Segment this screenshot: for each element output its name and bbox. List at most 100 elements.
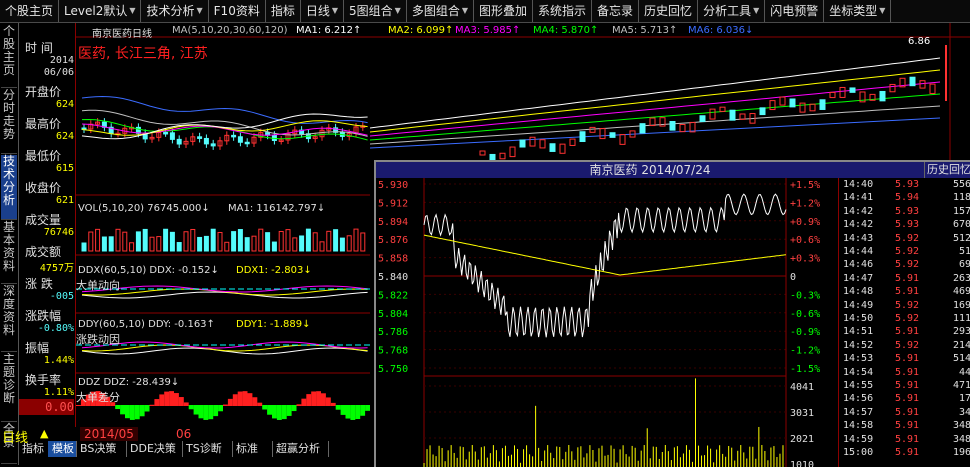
side-tab-1[interactable]: 分时走势 <box>1 89 17 154</box>
menu-item-7[interactable]: 多图组合 ▼ <box>407 0 474 22</box>
candle-ext <box>839 86 846 98</box>
price-axis-label: 5.912 <box>378 198 408 209</box>
side-tab-3[interactable]: 基本资料 <box>1 221 17 284</box>
menu-item-0[interactable]: 个股主页 <box>0 0 60 22</box>
candle-ext <box>889 83 896 93</box>
menu-item-8[interactable]: 图形叠加 <box>474 0 534 22</box>
ddz-bar <box>218 405 223 412</box>
menu-item-13[interactable]: 闪电预警 <box>765 0 825 22</box>
ddz-bar <box>115 405 121 410</box>
volume-bar <box>285 229 291 252</box>
bottom-tab-2[interactable]: BS决策 <box>76 441 127 457</box>
candle-ext <box>849 87 856 93</box>
ddz-bar <box>365 405 370 411</box>
bottom-tab-3[interactable]: DDE决策 <box>126 441 183 457</box>
chevron-down-icon: ▼ <box>129 6 136 15</box>
menu-item-9[interactable]: 系统指示 <box>533 0 593 22</box>
menu-label: 指标 <box>270 4 295 18</box>
tick-row: 14:53 5.91 514 <box>839 353 970 366</box>
candle-ext <box>509 146 516 158</box>
menu-label: 技术分析 <box>146 4 195 18</box>
volume-axis-label: 4041 <box>790 382 814 393</box>
menu-item-1[interactable]: Level2默认 ▼ <box>59 0 142 22</box>
volume-bar <box>169 231 175 252</box>
tick-row: 14:47 5.91 263 <box>839 273 970 286</box>
period-arrow-icon[interactable]: ▲ <box>40 427 48 440</box>
volume-bar <box>101 236 107 252</box>
menu-item-14[interactable]: 坐标类型 ▼ <box>824 0 892 22</box>
menu-item-5[interactable]: 日线 ▼ <box>301 0 345 22</box>
candle-ext <box>709 108 716 120</box>
menu-label: 备忘录 <box>597 4 634 18</box>
tick-volume: 214 <box>952 339 970 351</box>
tick-price: 5.91 <box>895 353 920 365</box>
ddz-bar <box>193 405 199 415</box>
menu-item-6[interactable]: 5图组合 ▼ <box>344 0 407 22</box>
ddz-bar <box>232 394 238 406</box>
menu-item-4[interactable]: 指标 <box>266 0 301 22</box>
volume-bar <box>176 242 182 252</box>
amplitude-value: 1.44% <box>43 355 74 366</box>
bottom-tab-0[interactable]: 指标 <box>18 441 49 457</box>
ddz-bar <box>345 405 351 419</box>
volume-bar <box>360 232 366 252</box>
tick-time: 14:52 <box>843 339 874 351</box>
candle-ext <box>529 136 536 147</box>
side-tab-2[interactable]: 技术分析 <box>1 155 17 220</box>
tick-price: 5.93 <box>895 205 920 217</box>
tick-price: 5.91 <box>895 326 920 338</box>
history-recall-label[interactable]: 历史回忆 <box>924 162 970 178</box>
volume-bar <box>258 228 264 252</box>
side-tab-0[interactable]: 个股主页 <box>1 25 17 88</box>
menu-item-10[interactable]: 备忘录 <box>592 0 640 22</box>
kline-right-svg <box>370 23 970 160</box>
volume-bar <box>339 237 345 252</box>
kline-chart-area[interactable]: 南京医药日线 MA(5,10,20,30,60,120) MA1: 6.212↑… <box>76 23 370 427</box>
volume-bar <box>319 241 325 252</box>
side-tab-5[interactable]: 主题诊断 <box>1 353 17 422</box>
ddz-bar <box>252 397 258 406</box>
tick-time: 14:47 <box>843 272 874 284</box>
candle-ext <box>679 123 686 133</box>
candle-ext <box>649 117 656 127</box>
bottom-tab-5[interactable]: 标准 <box>232 441 273 457</box>
high-label: 最高价 <box>25 117 62 131</box>
menu-item-3[interactable]: F10资料 <box>209 0 266 22</box>
chevron-down-icon: ▼ <box>394 6 401 15</box>
candle-ext <box>879 90 886 102</box>
ddz-bar <box>296 404 302 406</box>
side-tab-4[interactable]: 深度资料 <box>1 285 17 352</box>
tick-price: 5.93 <box>895 219 920 231</box>
ddz-bar <box>360 405 366 416</box>
menu-item-12[interactable]: 分析工具 ▼ <box>698 0 766 22</box>
ddz-bar <box>355 405 361 420</box>
kline-svg <box>76 36 370 420</box>
change-value: -005 <box>49 291 74 302</box>
menu-label: 日线 <box>305 4 330 18</box>
history-intraday-popup[interactable]: 南京医药 2014/07/24 历史回忆 5.930 +1.5% 5.912 +1.2… <box>374 160 970 467</box>
volume-bar <box>88 231 94 252</box>
volume-bar <box>163 228 169 252</box>
ddz-bar <box>316 391 321 406</box>
volume-bar <box>353 228 359 252</box>
menu-item-2[interactable]: 技术分析 ▼ <box>141 0 209 22</box>
tick-row: 14:41 5.94 118 <box>839 192 970 205</box>
volume-bar <box>115 228 121 252</box>
menu-label: 系统指示 <box>538 4 587 18</box>
ddz-title: DDZ DDZ: -28.439↓ <box>78 377 180 388</box>
tick-time: 14:51 <box>843 326 874 338</box>
bottom-tab-4[interactable]: TS诊断 <box>182 441 233 457</box>
bottom-tab-6[interactable]: 超赢分析 <box>272 441 329 457</box>
tick-price: 5.91 <box>895 447 920 458</box>
tick-time: 14:42 <box>843 205 874 217</box>
volume-axis-label: 1010 <box>790 460 814 467</box>
ddz-bar <box>223 404 228 406</box>
candle-ext <box>819 99 826 110</box>
bottom-tab-1[interactable]: 模板 <box>48 441 77 457</box>
menu-item-11[interactable]: 历史回忆 <box>639 0 699 22</box>
volume-bar <box>95 228 101 252</box>
volume-bar <box>333 229 339 252</box>
tick-time: 14:55 <box>843 380 874 391</box>
ddz-bar <box>306 394 312 406</box>
ddx-title: DDX(60,5,10) DDX: -0.152↓ <box>78 265 219 276</box>
